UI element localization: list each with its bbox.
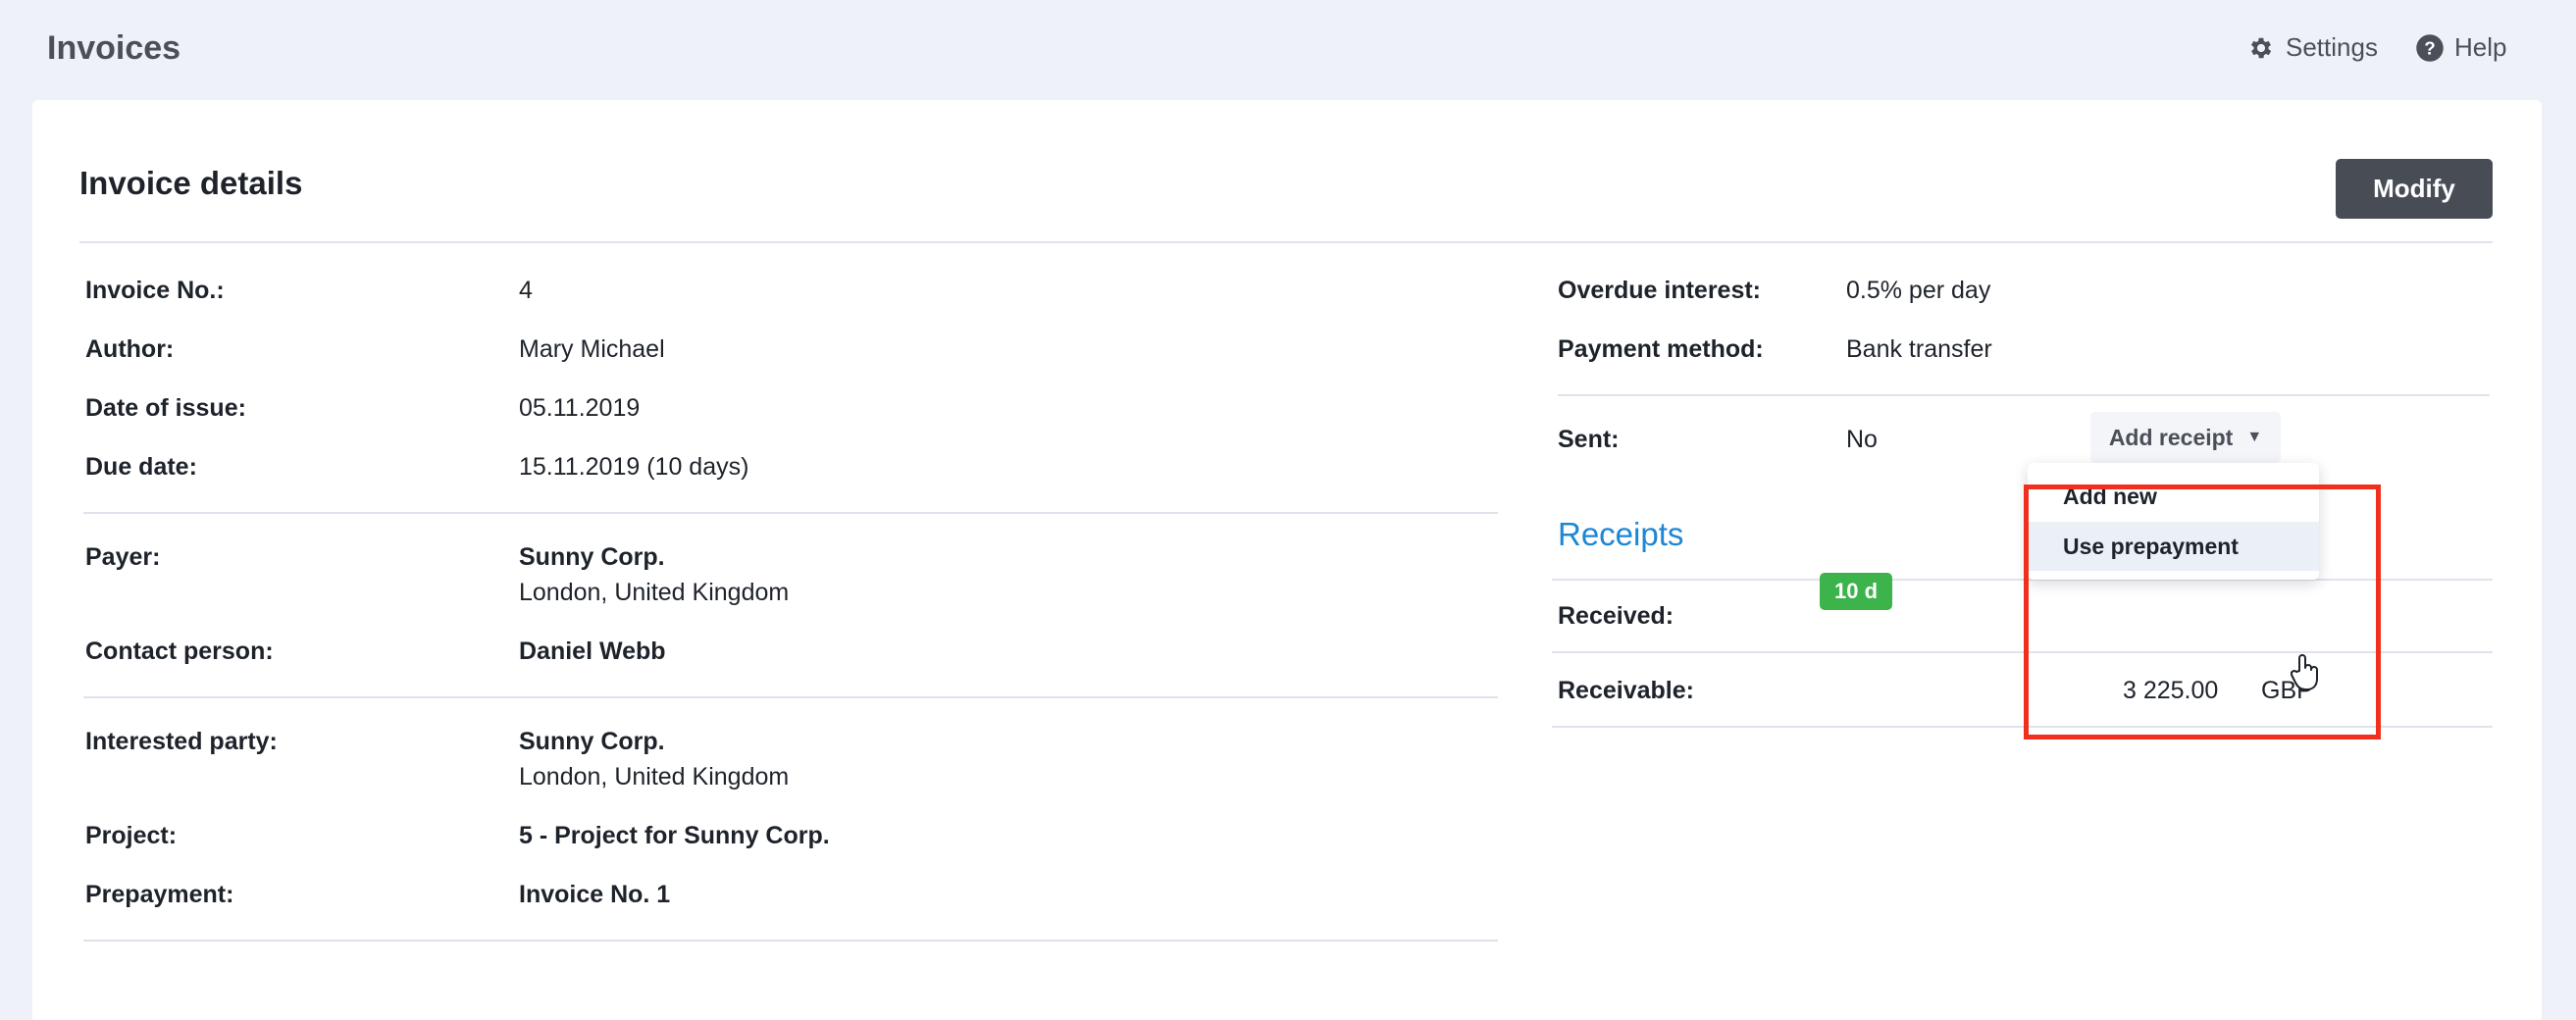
gear-icon bbox=[2246, 33, 2276, 63]
date-of-issue-label: Date of issue: bbox=[85, 394, 246, 422]
date-of-issue-value: 05.11.2019 bbox=[519, 394, 641, 422]
top-bar: Invoices Settings ? Help bbox=[0, 0, 2576, 100]
payer-name: Sunny Corp. bbox=[519, 543, 665, 571]
contact-person-value: Daniel Webb bbox=[519, 638, 666, 665]
help-circle-icon: ? bbox=[2415, 33, 2445, 63]
overdue-interest-label: Overdue interest: bbox=[1558, 277, 1762, 304]
prepayment-label: Prepayment: bbox=[85, 881, 234, 908]
add-receipt-label: Add receipt bbox=[2108, 424, 2234, 450]
prepayment-value[interactable]: Invoice No. 1 bbox=[519, 881, 670, 909]
modify-button[interactable]: Modify bbox=[2336, 159, 2493, 219]
left-divider-3 bbox=[83, 940, 1498, 942]
author-value: Mary Michael bbox=[519, 335, 665, 363]
settings-link[interactable]: Settings bbox=[2246, 32, 2378, 63]
project-value[interactable]: 5 - Project for Sunny Corp. bbox=[519, 822, 830, 850]
highlight-box bbox=[2024, 484, 2381, 740]
card-title: Invoice details bbox=[79, 165, 303, 201]
payment-method-value: Bank transfer bbox=[1846, 335, 1992, 363]
header-divider bbox=[79, 241, 2493, 243]
right-divider-1 bbox=[1558, 394, 2490, 396]
payment-method-label: Payment method: bbox=[1558, 335, 1764, 363]
settings-label: Settings bbox=[2286, 32, 2378, 62]
overdue-interest-value: 0.5% per day bbox=[1846, 277, 1991, 304]
chevron-down-icon: ▼ bbox=[2246, 429, 2263, 445]
invoice-no-label: Invoice No.: bbox=[85, 277, 225, 304]
received-label: Received: bbox=[1558, 602, 1674, 630]
payer-label: Payer: bbox=[85, 543, 161, 571]
project-label: Project: bbox=[85, 822, 178, 849]
app-title: Invoices bbox=[47, 29, 181, 67]
interested-party-address: London, United Kingdom bbox=[519, 763, 790, 790]
payer-address: London, United Kingdom bbox=[519, 579, 790, 606]
left-divider-2 bbox=[83, 696, 1498, 698]
help-link[interactable]: ? Help bbox=[2415, 32, 2506, 63]
receipts-title: Receipts bbox=[1558, 516, 1684, 552]
invoice-no-value: 4 bbox=[519, 277, 533, 304]
left-divider-1 bbox=[83, 512, 1498, 514]
due-date-value: 15.11.2019 (10 days) bbox=[519, 453, 749, 481]
sent-label: Sent: bbox=[1558, 426, 1620, 453]
interested-party-name: Sunny Corp. bbox=[519, 728, 665, 755]
author-label: Author: bbox=[85, 335, 175, 363]
svg-text:?: ? bbox=[2424, 37, 2435, 58]
interested-party-label: Interested party: bbox=[85, 728, 278, 755]
due-date-label: Due date: bbox=[85, 453, 197, 481]
help-label: Help bbox=[2454, 32, 2507, 62]
receivable-label: Receivable: bbox=[1558, 677, 1694, 704]
sent-value: No bbox=[1846, 426, 1878, 453]
contact-person-label: Contact person: bbox=[85, 638, 274, 665]
hand-cursor-icon bbox=[2291, 654, 2318, 690]
days-badge: 10 d bbox=[1820, 573, 1892, 610]
add-receipt-button[interactable]: Add receipt ▼ bbox=[2090, 412, 2281, 463]
